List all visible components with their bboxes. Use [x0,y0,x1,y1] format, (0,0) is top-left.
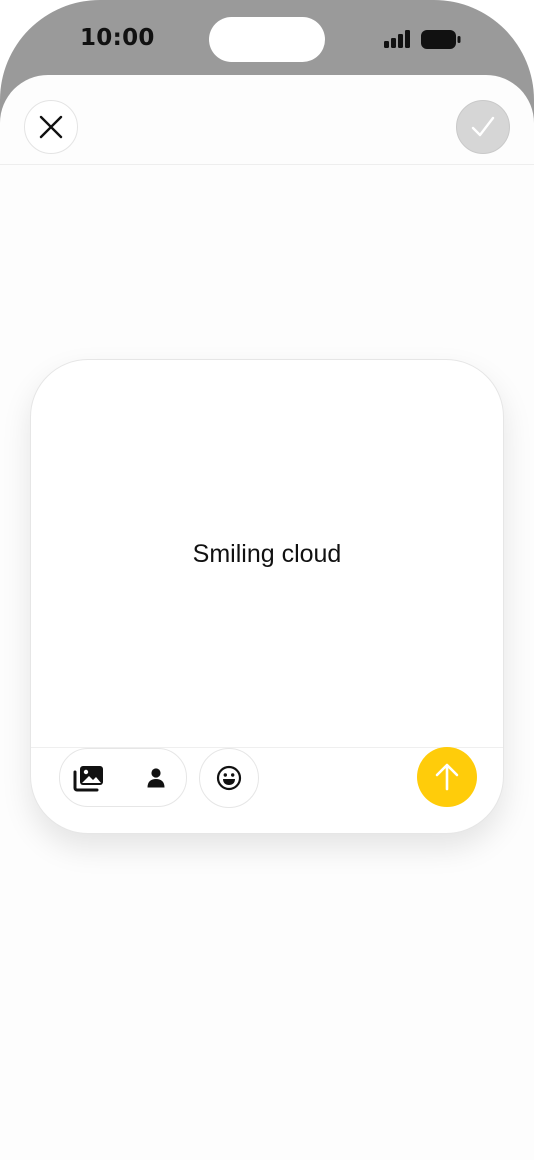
person-button[interactable] [144,766,168,790]
photo-gallery-button[interactable] [73,764,105,792]
close-icon [39,115,63,139]
card-text[interactable]: Smiling cloud [31,540,503,569]
send-button[interactable] [417,747,477,807]
sheet-header [0,75,534,165]
emoji-button[interactable] [199,748,259,808]
emoji-icon [216,765,242,791]
confirm-button[interactable] [456,100,510,154]
phone-frame: 10:00 Smiling cloud [0,0,534,1160]
cellular-signal-icon [384,30,410,48]
checkmark-icon [471,116,495,137]
compose-sheet: Smiling cloud [0,75,534,1160]
attachment-group [59,748,187,807]
arrow-up-icon [435,763,459,791]
status-bar: 10:00 [0,0,534,76]
battery-icon [421,30,461,49]
dynamic-island [209,17,325,62]
photo-gallery-icon [73,766,103,792]
person-icon [147,768,165,788]
close-button[interactable] [24,100,78,154]
status-time: 10:00 [80,25,155,51]
compose-card: Smiling cloud [30,359,504,834]
